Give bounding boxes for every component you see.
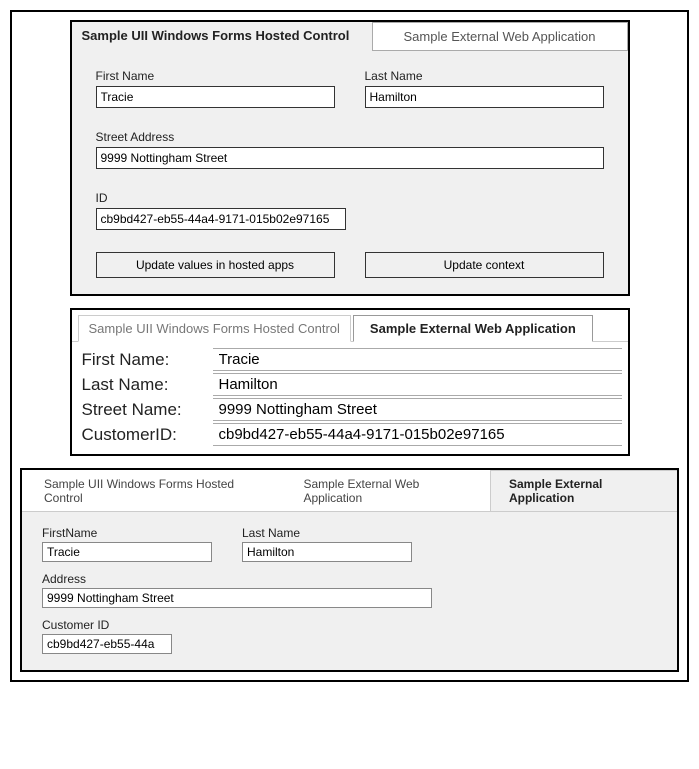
outer-container: Sample UII Windows Forms Hosted Control … (10, 10, 689, 682)
customer-id-label: CustomerID: (78, 425, 213, 445)
last-name-label: Last Name (242, 526, 412, 540)
first-name-input[interactable] (213, 348, 622, 371)
id-label: ID (96, 191, 604, 205)
first-name-label: First Name: (78, 350, 213, 370)
tab-winforms-hosted[interactable]: Sample UII Windows Forms Hosted Control (78, 315, 351, 342)
update-context-button[interactable]: Update context (365, 252, 604, 278)
last-name-input[interactable] (365, 86, 604, 108)
panel3-tabs: Sample UII Windows Forms Hosted Control … (22, 470, 677, 511)
panel3-body: FirstName Last Name Address Customer ID (22, 511, 677, 670)
street-name-label: Street Name: (78, 400, 213, 420)
last-name-label: Last Name: (78, 375, 213, 395)
customer-id-label: Customer ID (42, 618, 172, 632)
street-name-input[interactable] (213, 398, 622, 421)
id-input[interactable] (96, 208, 346, 230)
last-name-label: Last Name (365, 69, 604, 83)
address-input[interactable] (42, 588, 432, 608)
panel2-body: First Name: Last Name: Street Name: Cust… (72, 342, 628, 454)
tab-external-web[interactable]: Sample External Web Application (372, 22, 628, 51)
first-name-label: FirstName (42, 526, 212, 540)
last-name-input[interactable] (213, 373, 622, 396)
first-name-label: First Name (96, 69, 335, 83)
street-address-label: Street Address (96, 130, 604, 144)
update-hosted-apps-button[interactable]: Update values in hosted apps (96, 252, 335, 278)
first-name-input[interactable] (96, 86, 335, 108)
tab-winforms-hosted[interactable]: Sample UII Windows Forms Hosted Control (22, 471, 281, 511)
tab-external-app[interactable]: Sample External Application (490, 470, 677, 511)
panel1-tabs: Sample UII Windows Forms Hosted Control … (72, 22, 628, 51)
panel-external-web: Sample UII Windows Forms Hosted Control … (70, 308, 630, 456)
panel1-body: First Name Last Name Street Address ID (72, 51, 628, 294)
panel2-tabs: Sample UII Windows Forms Hosted Control … (72, 310, 628, 342)
address-label: Address (42, 572, 432, 586)
street-address-input[interactable] (96, 147, 604, 169)
tab-winforms-hosted[interactable]: Sample UII Windows Forms Hosted Control (72, 22, 372, 51)
panel-winforms-hosted: Sample UII Windows Forms Hosted Control … (70, 20, 630, 296)
tab-external-web[interactable]: Sample External Web Application (353, 315, 593, 342)
tab-external-web[interactable]: Sample External Web Application (281, 471, 490, 511)
customer-id-input[interactable] (42, 634, 172, 654)
customer-id-input[interactable] (213, 423, 622, 446)
last-name-input[interactable] (242, 542, 412, 562)
panel-external-app: Sample UII Windows Forms Hosted Control … (20, 468, 679, 672)
first-name-input[interactable] (42, 542, 212, 562)
